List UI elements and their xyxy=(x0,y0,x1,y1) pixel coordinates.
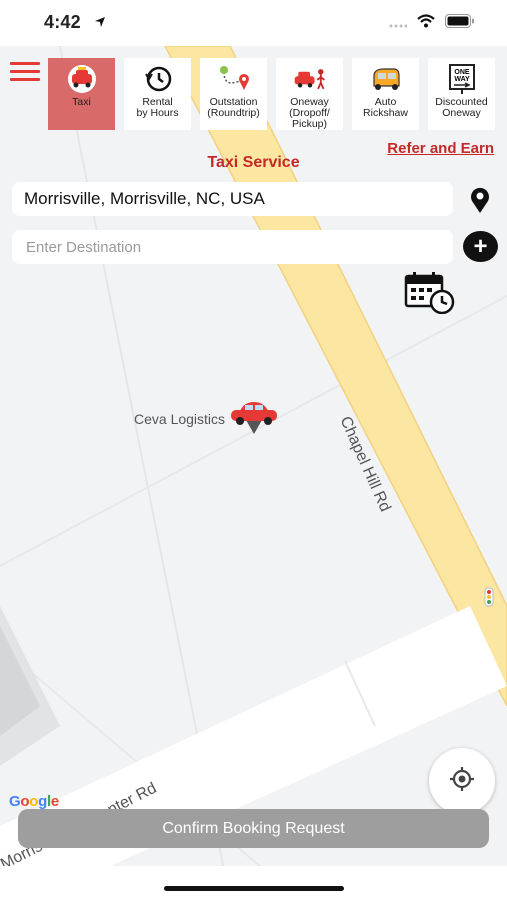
service-discounted-oneway[interactable]: ONE WAY Discounted Oneway xyxy=(428,58,495,130)
service-oneway[interactable]: Oneway (Dropoff/ Pickup) xyxy=(276,58,343,130)
bottom-safe-area xyxy=(0,866,507,900)
poi-label: Ceva Logistics xyxy=(134,411,226,427)
service-label: Taxi xyxy=(72,96,91,108)
refer-and-earn-link[interactable]: Refer and Earn xyxy=(387,140,494,157)
service-label: Discounted Oneway xyxy=(435,96,488,119)
taxi-icon xyxy=(64,64,100,94)
home-indicator xyxy=(164,886,344,891)
rickshaw-icon xyxy=(368,64,404,94)
my-location-button[interactable] xyxy=(429,748,495,814)
google-logo: Google xyxy=(9,793,59,810)
location-pin-icon[interactable] xyxy=(468,186,492,219)
traffic-light-icon xyxy=(484,587,494,612)
add-stop-button[interactable]: + xyxy=(463,231,498,262)
car-person-icon xyxy=(292,64,328,94)
service-selector: Taxi Rental by Hours Outstation (Roundtr… xyxy=(48,58,495,132)
battery-icon xyxy=(445,14,475,33)
service-label: Auto Rickshaw xyxy=(363,96,408,119)
destination-field[interactable] xyxy=(12,230,453,264)
car-marker-icon xyxy=(228,400,280,441)
header-row: Taxi Service Refer and Earn xyxy=(0,140,507,174)
service-outstation[interactable]: Outstation (Roundtrip) xyxy=(200,58,267,130)
clock-history-icon xyxy=(140,64,176,94)
service-label: Outstation (Roundtrip) xyxy=(207,96,260,119)
confirm-booking-button[interactable]: Confirm Booking Request xyxy=(18,809,489,848)
svg-text:ONE: ONE xyxy=(454,69,470,76)
schedule-calendar-icon[interactable] xyxy=(404,270,456,319)
destination-input[interactable] xyxy=(24,237,453,257)
pickup-field[interactable]: Morrisville, Morrisville, NC, USA xyxy=(12,182,453,216)
signal-icon xyxy=(389,15,408,33)
svg-text:WAY: WAY xyxy=(454,76,470,83)
status-bar: 4:42 xyxy=(0,0,507,46)
route-icon xyxy=(216,64,252,94)
service-taxi[interactable]: Taxi xyxy=(48,58,115,130)
service-auto-rickshaw[interactable]: Auto Rickshaw xyxy=(352,58,419,130)
service-rental[interactable]: Rental by Hours xyxy=(124,58,191,130)
service-label: Rental by Hours xyxy=(136,96,179,119)
plus-icon: + xyxy=(473,232,488,260)
wifi-icon xyxy=(417,14,435,33)
menu-icon[interactable] xyxy=(10,62,40,82)
crosshair-icon xyxy=(449,766,475,797)
service-label: Oneway (Dropoff/ Pickup) xyxy=(289,96,330,130)
oneway-sign-icon: ONE WAY xyxy=(444,64,480,94)
status-time: 4:42 xyxy=(44,12,81,32)
location-arrow-icon xyxy=(94,15,106,33)
